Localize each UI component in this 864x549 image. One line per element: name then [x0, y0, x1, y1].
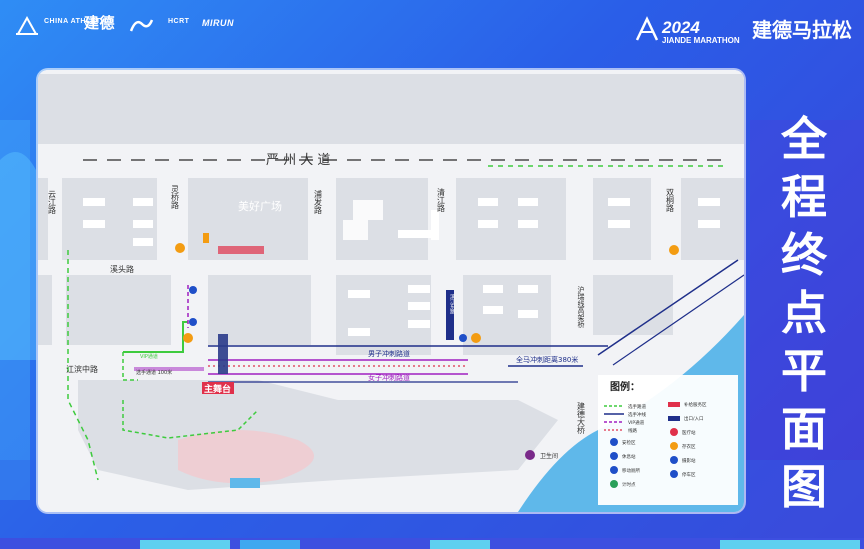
huruihang-bridge-label: 沪瑞线高架桥 — [577, 285, 585, 329]
xitou-road-label: 溪头路 — [110, 264, 134, 274]
toilet-label: 卫生间 — [540, 452, 558, 460]
legend-right-5: 摄影站 — [682, 457, 696, 464]
side-title-char-4: 点 — [781, 286, 827, 340]
main-avenue-label: 严 州 大 道 — [266, 153, 330, 168]
legend-item-5: 安检区 — [622, 439, 636, 446]
yunjiang-road-label: 云江路 — [48, 190, 57, 214]
legend-right-2: 出口/入口 — [684, 415, 704, 422]
women-sprint-label: 女子冲刺路道 — [368, 373, 410, 382]
athlete-lane-label: 选手通道 100米 — [136, 369, 172, 376]
jiande-bridge-label: 建德大桥 — [577, 401, 586, 435]
route-map[interactable]: 严 州 大 道 云江路 灵桥路 浦发路 清江路 双桐路 溪头路 江滨中路 沪瑞线… — [38, 70, 744, 512]
side-title-char-3: 终 — [781, 228, 827, 282]
legend-right-6: 停车区 — [682, 471, 696, 478]
side-title-char-2: 程 — [781, 170, 827, 224]
legend-item-1: 选手路道 — [628, 403, 646, 410]
men-sprint-label: 男子冲刺路道 — [368, 349, 410, 358]
map-frame: 严 州 大 道 云江路 灵桥路 浦发路 清江路 双桐路 溪头路 江滨中路 沪瑞线… — [38, 70, 744, 512]
legend-item-4: 线路 — [628, 427, 637, 434]
north-block — [38, 74, 744, 144]
main-stage-label: 主舞台 — [204, 383, 231, 395]
legend-right-3: 医疗站 — [682, 429, 696, 436]
legend-title: 图例： — [610, 380, 640, 393]
lingqiao-road-label: 灵桥路 — [171, 185, 180, 209]
side-title-char-1: 全 — [781, 112, 827, 166]
side-title-char-7: 图 — [781, 460, 827, 514]
top-bar: CHINA ATHLETICS 建德 HCRT MIRUN 2024 建德马拉松… — [0, 0, 864, 62]
legend-item-2: 选手冲线 — [628, 411, 646, 418]
qingjiang-road-label: 清江路 — [437, 187, 446, 212]
brand-year: 2024 — [662, 18, 700, 37]
jiangbin-road-label: 江滨中路 — [66, 364, 98, 374]
full-marathon-distance-label: 全马冲刺距离380米 — [516, 355, 578, 364]
marathon-logo-icon — [635, 16, 659, 41]
brand-block: 2024 建德马拉松 JIANDE MARATHON — [634, 14, 852, 48]
runner-logo-icon — [129, 19, 154, 32]
bottom-decoration — [0, 538, 864, 549]
vertical-sign-label: 滨江东路 — [449, 293, 455, 315]
vip-lane-label: VIP通道 — [140, 353, 158, 360]
side-title-char-6: 面 — [781, 402, 827, 456]
brand-subtitle: JIANDE MARATHON — [662, 36, 740, 45]
legend-item-8: 计时点 — [622, 481, 636, 488]
sponsor-logo-2: 建德 — [84, 14, 116, 32]
shuangtong-road-label: 双桐路 — [666, 188, 675, 212]
side-title: 全 程 终 点 平 面 图 — [774, 110, 834, 516]
legend-item-6: 休息站 — [622, 453, 636, 460]
legend-right-1: 补给服务区 — [684, 401, 707, 408]
side-title-char-5: 平 — [781, 344, 827, 398]
pufa-road-label: 浦发路 — [314, 189, 323, 214]
legend-item-7: 移动厕所 — [622, 467, 640, 474]
legend-panel — [598, 375, 738, 505]
sponsor-logo-3: HCRT — [168, 18, 190, 25]
brand-name: 建德马拉松 — [752, 18, 852, 42]
jiande-logo-icon — [16, 15, 38, 35]
legend-right-4: 存衣区 — [682, 443, 696, 450]
legend-item-3: VIP通道 — [628, 419, 645, 426]
meihao-square-label: 美好广场 — [238, 199, 282, 213]
sponsor-logo-4: MIRUN — [202, 18, 234, 28]
